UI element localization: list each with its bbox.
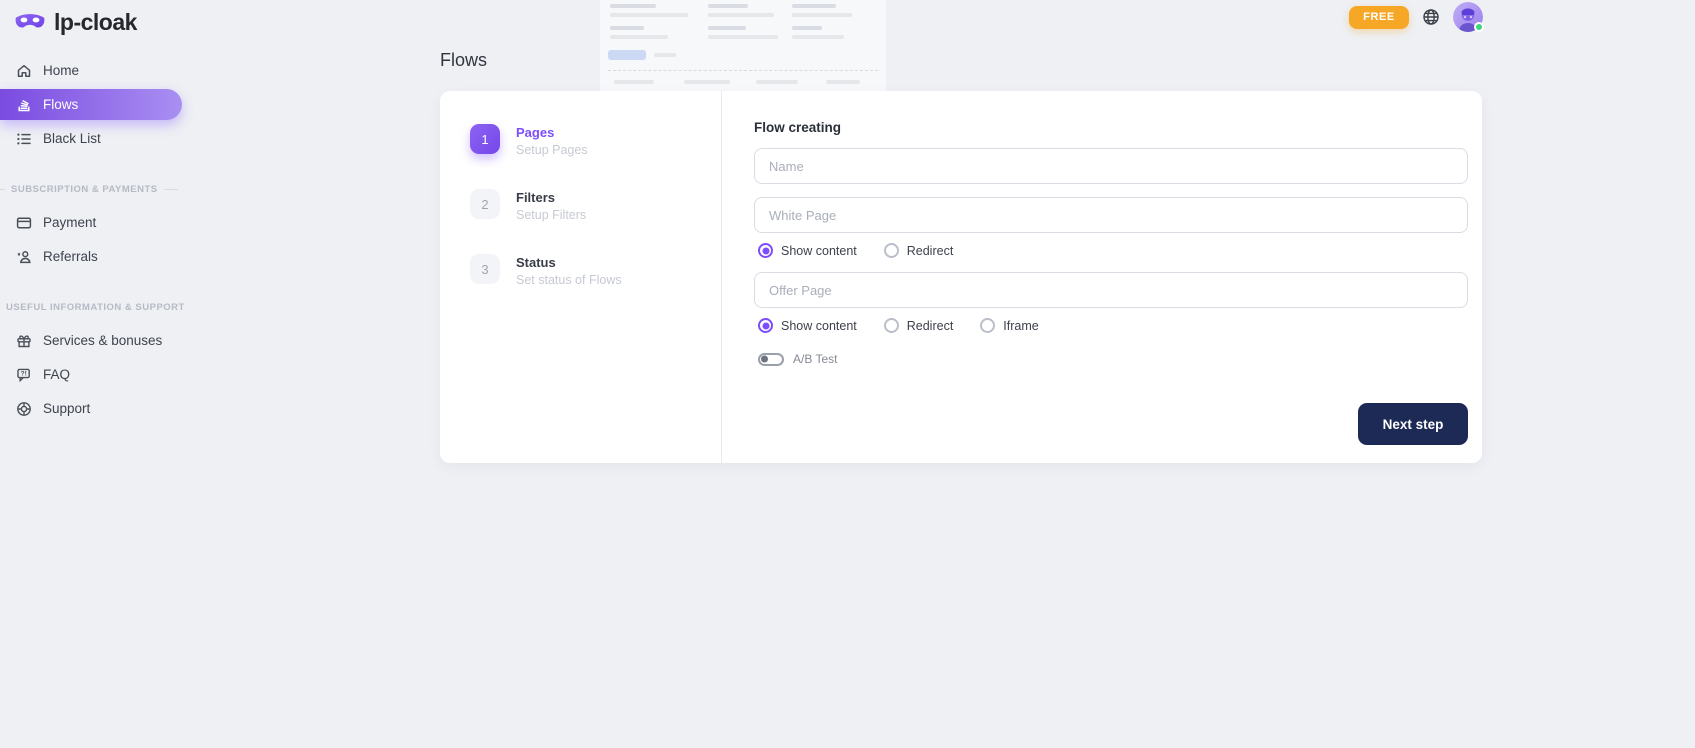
flow-name-input[interactable] [754,148,1468,184]
app-logo[interactable]: lp-cloak [0,0,182,38]
page-title: Flows [440,50,487,71]
step-status[interactable]: 3 Status Set status of Flows [470,254,721,287]
ab-test-toggle[interactable] [758,353,784,366]
step-subtitle: Setup Filters [516,208,586,222]
step-number: 1 [470,124,500,154]
main-nav: Home Flows Black List SUBSCRIPTION & PAY… [0,55,182,424]
offer-page-input[interactable] [754,272,1468,308]
step-number: 3 [470,254,500,284]
offer-page-mode-radios: Show content Redirect Iframe [758,318,1468,333]
sidebar-item-label: Home [43,63,79,78]
sidebar-item-label: Black List [43,131,101,146]
mask-logo-icon [14,11,46,34]
radio-icon [980,318,995,333]
radio-icon [758,318,773,333]
ab-test-row: A/B Test [758,352,1468,366]
offer-page-iframe-radio[interactable]: Iframe [980,318,1038,333]
sidebar-item-flows[interactable]: Flows [0,89,182,120]
form-title: Flow creating [754,120,1468,135]
app-name: lp-cloak [54,9,137,36]
sidebar: lp-cloak Home Flows Black List [0,0,182,748]
stepper: 1 Pages Setup Pages 2 Filters Setup Filt… [440,91,722,463]
plan-badge-button[interactable]: FREE [1349,6,1409,29]
step-title: Pages [516,124,588,140]
toggle-knob-icon [761,356,768,363]
sidebar-item-referrals[interactable]: Referrals [0,241,182,272]
sidebar-item-faq[interactable]: ?! FAQ [0,359,182,390]
list-icon [16,131,32,147]
sidebar-item-label: Support [43,401,90,416]
step-subtitle: Set status of Flows [516,273,622,287]
white-page-show-content-radio[interactable]: Show content [758,243,857,258]
offer-page-redirect-radio[interactable]: Redirect [884,318,954,333]
flow-creating-card: 1 Pages Setup Pages 2 Filters Setup Filt… [440,91,1482,463]
language-globe-icon[interactable] [1422,8,1440,26]
gift-icon [16,333,32,349]
sidebar-item-home[interactable]: Home [0,55,182,86]
step-title: Filters [516,189,586,205]
sidebar-item-label: Flows [43,97,78,112]
next-step-button[interactable]: Next step [1358,403,1468,445]
step-title: Status [516,254,622,270]
sidebar-item-services-bonuses[interactable]: Services & bonuses [0,325,182,356]
step-pages[interactable]: 1 Pages Setup Pages [470,124,721,157]
flows-icon [16,97,32,113]
radio-icon [884,318,899,333]
section-useful-info-support: USEFUL INFORMATION & SUPPORT [0,302,182,313]
flow-creating-form: Flow creating Show content Redirect Show… [722,91,1482,463]
form-actions: Next step [754,403,1468,445]
radio-icon [884,243,899,258]
sidebar-item-label: Referrals [43,249,98,264]
credit-card-icon [16,215,32,231]
step-number: 2 [470,189,500,219]
ab-test-label: A/B Test [793,352,837,366]
sidebar-item-label: Services & bonuses [43,333,162,348]
section-subscription-payments: SUBSCRIPTION & PAYMENTS [0,184,182,195]
referrals-icon [16,249,32,265]
sidebar-item-support[interactable]: Support [0,393,182,424]
offer-page-show-content-radio[interactable]: Show content [758,318,857,333]
support-icon [16,401,32,417]
white-page-input[interactable] [754,197,1468,233]
step-filters[interactable]: 2 Filters Setup Filters [470,189,721,222]
faq-icon: ?! [16,367,32,383]
topbar: FREE [1349,2,1483,32]
sidebar-item-black-list[interactable]: Black List [0,123,182,154]
step-subtitle: Setup Pages [516,143,588,157]
ghost-panel [600,0,886,92]
white-page-redirect-radio[interactable]: Redirect [884,243,954,258]
home-icon [16,63,32,79]
radio-icon [758,243,773,258]
sidebar-item-payment[interactable]: Payment [0,207,182,238]
sidebar-item-label: FAQ [43,367,70,382]
sidebar-item-label: Payment [43,215,96,230]
svg-text:?!: ?! [21,370,27,377]
user-avatar[interactable] [1453,2,1483,32]
white-page-mode-radios: Show content Redirect [758,243,1468,258]
online-status-dot [1474,22,1484,32]
